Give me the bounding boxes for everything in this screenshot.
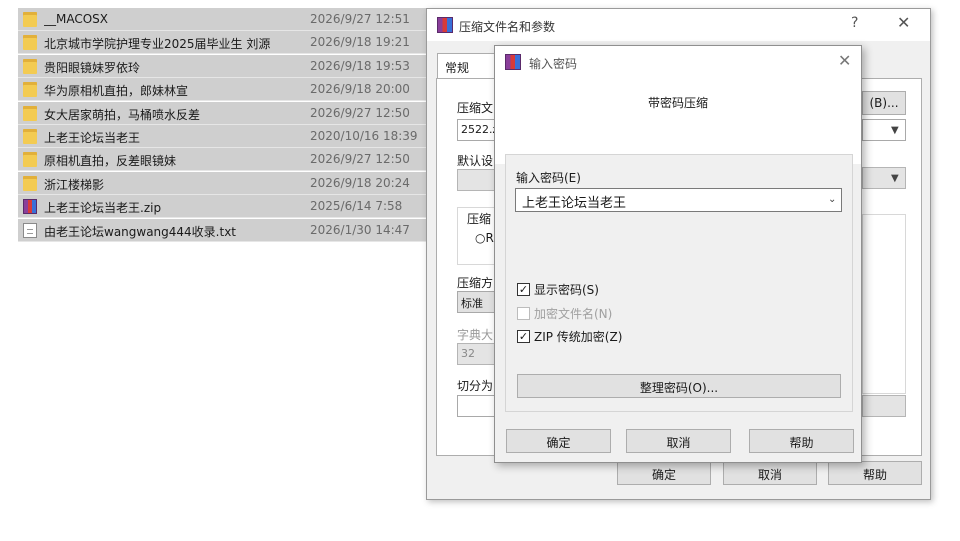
winrar-archive-icon (23, 199, 37, 215)
file-date: 2026/9/18 20:24 (310, 175, 410, 190)
file-list: __MACOSX 2026/9/27 12:51 北京城市学院护理专业2025届毕业… (18, 8, 428, 242)
archive-name-label: 压缩文 (457, 101, 494, 115)
enter-password-dialog: 输入密码 ✕ 带密码压缩 输入密码(E) 上老王论坛当老王 ⌄ ✓ 显示密码(S… (494, 45, 862, 463)
file-date: 2026/9/27 12:50 (310, 152, 410, 167)
file-row[interactable]: 由老王论坛wangwang444收录.txt 2026/1/30 14:47 (18, 218, 428, 242)
dialog-title: 压缩文件名和参数 (459, 20, 556, 34)
file-date: 2026/9/18 20:00 (310, 82, 410, 97)
file-date: 2025/6/14 7:58 (310, 199, 403, 214)
zip-legacy-label: ZIP 传统加密(Z) (534, 330, 623, 344)
format-radio[interactable]: ○R (475, 231, 494, 245)
show-password-label: 显示密码(S) (534, 283, 599, 297)
archive-format-label: 压缩 (467, 212, 492, 226)
file-row[interactable]: 贵阳眼镜妹罗依玲 2026/9/18 19:53 (18, 54, 428, 78)
pw-cancel-button[interactable]: 取消 (626, 429, 731, 453)
file-row[interactable]: 原相机直拍，反差眼镜妹 2026/9/27 12:50 (18, 148, 428, 172)
winrar-icon (437, 17, 453, 33)
file-date: 2020/10/16 18:39 (310, 129, 418, 143)
file-date: 2026/9/18 19:21 (310, 35, 410, 50)
close-icon[interactable]: ✕ (897, 13, 910, 32)
chevron-down-icon: ▼ (891, 125, 899, 136)
set-password-placeholder (862, 395, 906, 417)
chevron-down-icon: ▼ (891, 173, 899, 184)
main-ok-button[interactable]: 确定 (617, 461, 711, 485)
organize-passwords-button[interactable]: 整理密码(O)... (517, 374, 841, 398)
file-row[interactable]: 女大居家萌拍，马桶喷水反差 2026/9/27 12:50 (18, 101, 428, 125)
file-name: 浙江楼梯影 (44, 177, 105, 192)
help-icon[interactable]: ? (851, 15, 858, 31)
password-input[interactable]: 上老王论坛当老王 ⌄ (515, 188, 842, 212)
method-select[interactable]: 标准 (457, 291, 497, 313)
folder-icon (23, 12, 37, 27)
text-file-icon (23, 222, 37, 238)
folder-icon (23, 152, 37, 168)
profile-button[interactable] (457, 169, 497, 191)
encrypt-filenames-checkbox[interactable]: 加密文件名(N) (517, 305, 612, 322)
main-cancel-button[interactable]: 取消 (723, 461, 817, 485)
password-value: 上老王论坛当老王 (522, 196, 627, 211)
file-row[interactable]: 上老王论坛当老王 2020/10/16 18:39 (18, 125, 428, 148)
browse-button[interactable]: (B)... (862, 91, 906, 115)
dictionary-label: 字典大 (457, 328, 494, 342)
file-name: 上老王论坛当老王 (44, 131, 141, 145)
file-date: 2026/1/30 14:47 (310, 222, 410, 237)
pw-header-area (495, 78, 861, 164)
password-label: 输入密码(E) (516, 171, 581, 185)
file-name: 女大居家萌拍，马桶喷水反差 (44, 107, 201, 122)
file-row[interactable]: __MACOSX 2026/9/27 12:51 (18, 8, 428, 31)
method-label: 压缩方 (457, 276, 494, 290)
file-row[interactable]: 华为原相机直拍，郎妹林宣 2026/9/18 20:00 (18, 78, 428, 102)
file-name: 由老王论坛wangwang444收录.txt (44, 224, 237, 239)
file-date: 2026/9/27 12:51 (310, 12, 410, 26)
update-mode-select[interactable]: ▼ (862, 119, 906, 141)
tab-general[interactable]: 常规 (437, 53, 497, 79)
profile-select[interactable]: ▼ (862, 167, 906, 189)
folder-icon (23, 58, 37, 74)
file-name: __MACOSX (44, 12, 109, 26)
file-name: 北京城市学院护理专业2025届毕业生 刘源 (44, 37, 271, 52)
pw-title-bar: 输入密码 ✕ (495, 46, 861, 78)
encrypt-filenames-label: 加密文件名(N) (534, 307, 613, 321)
file-name: 华为原相机直拍，郎妹林宣 (44, 84, 189, 99)
chevron-down-icon[interactable]: ⌄ (828, 194, 836, 205)
default-profile-label: 默认设 (457, 154, 494, 168)
file-name: 贵阳眼镜妹罗依玲 (44, 60, 141, 75)
folder-icon (23, 175, 37, 191)
format-radio-label: R (485, 231, 494, 245)
title-bar: 压缩文件名和参数 ? ✕ (427, 9, 930, 41)
file-name: 原相机直拍，反差眼镜妹 (44, 154, 177, 169)
close-icon[interactable]: ✕ (838, 51, 851, 70)
file-date: 2026/9/18 19:53 (310, 58, 410, 73)
pw-ok-button[interactable]: 确定 (506, 429, 611, 453)
folder-icon (23, 105, 37, 121)
archive-name-field[interactable]: 2522.z (457, 119, 497, 141)
options-group (862, 214, 906, 394)
folder-icon (23, 129, 37, 144)
split-volumes-field[interactable] (457, 395, 497, 417)
file-name: 上老王论坛当老王.zip (44, 201, 162, 216)
folder-icon (23, 82, 37, 98)
pw-heading: 带密码压缩 (647, 96, 708, 110)
show-password-checkbox[interactable]: ✓ 显示密码(S) (517, 281, 599, 298)
split-volumes-label: 切分为 (457, 379, 494, 393)
folder-icon (23, 35, 37, 51)
winrar-icon (505, 54, 521, 70)
file-row[interactable]: 浙江楼梯影 2026/9/18 20:24 (18, 171, 428, 195)
checkbox-unchecked-icon (517, 307, 530, 320)
main-help-button[interactable]: 帮助 (828, 461, 922, 485)
pw-help-button[interactable]: 帮助 (749, 429, 854, 453)
checkbox-checked-icon: ✓ (517, 330, 530, 343)
dictionary-select[interactable]: 32 (457, 343, 497, 365)
file-row[interactable]: 北京城市学院护理专业2025届毕业生 刘源 2026/9/18 19:21 (18, 31, 428, 55)
checkbox-checked-icon: ✓ (517, 283, 530, 296)
file-row[interactable]: 上老王论坛当老王.zip 2025/6/14 7:58 (18, 195, 428, 219)
zip-legacy-encryption-checkbox[interactable]: ✓ ZIP 传统加密(Z) (517, 328, 622, 345)
pw-dialog-title: 输入密码 (529, 57, 578, 71)
file-date: 2026/9/27 12:50 (310, 105, 410, 120)
